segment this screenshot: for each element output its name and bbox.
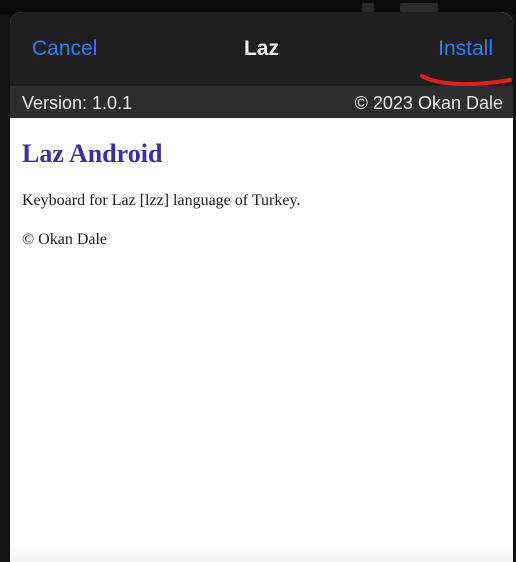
navigation-bar: Cancel Laz Install	[10, 12, 513, 86]
install-button[interactable]: Install	[438, 36, 493, 62]
package-details: Laz Android Keyboard for Laz [lzz] langu…	[10, 118, 513, 562]
package-description: Keyboard for Laz [lzz] language of Turke…	[22, 192, 301, 209]
bottom-fade	[10, 542, 513, 562]
screen-frame: Cancel Laz Install Version: 1.0.1 © 2023…	[0, 0, 516, 562]
package-author: © Okan Dale	[22, 231, 108, 248]
status-indicator-icon	[362, 3, 374, 12]
version-label: Version: 1.0.1	[22, 93, 133, 113]
battery-icon	[400, 3, 438, 12]
package-info-bar: Version: 1.0.1 © 2023 Okan Dale	[10, 86, 513, 118]
package-title: Laz Android	[22, 139, 163, 168]
copyright-label: © 2023 Okan Dale	[354, 93, 503, 113]
install-sheet: Cancel Laz Install Version: 1.0.1 © 2023…	[10, 12, 513, 562]
